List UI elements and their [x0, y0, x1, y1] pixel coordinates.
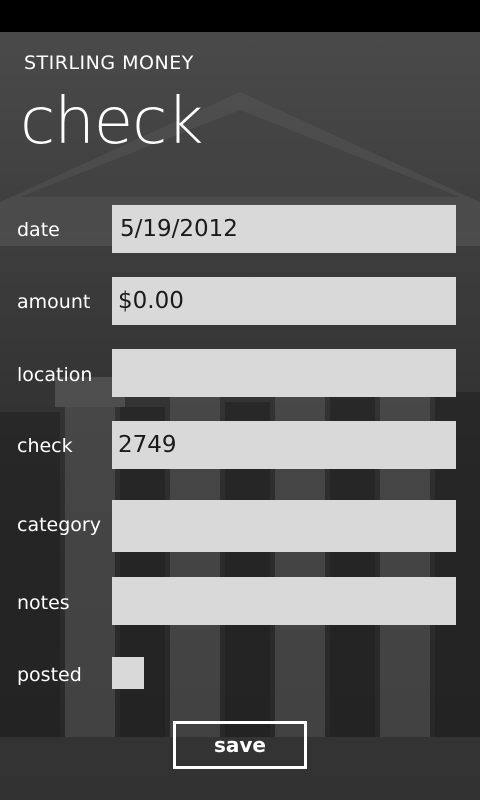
- category-label: category: [17, 514, 101, 536]
- amount-label: amount: [17, 291, 91, 313]
- posted-label: posted: [17, 664, 82, 686]
- date-label: date: [17, 219, 60, 241]
- posted-checkbox[interactable]: [112, 657, 144, 689]
- notes-field[interactable]: [112, 577, 456, 625]
- category-field[interactable]: [112, 500, 456, 552]
- location-field[interactable]: [112, 349, 456, 397]
- save-button[interactable]: save: [173, 721, 307, 769]
- status-bar: [0, 0, 480, 32]
- app-title: STIRLING MONEY: [24, 52, 194, 74]
- check-number-field[interactable]: 2749: [112, 421, 456, 469]
- location-label: location: [17, 364, 93, 386]
- check-number-label: check: [17, 435, 73, 457]
- amount-field[interactable]: $0.00: [112, 277, 456, 325]
- date-field[interactable]: 5/19/2012: [112, 205, 456, 253]
- page-title: check: [20, 85, 203, 159]
- notes-label: notes: [17, 592, 70, 614]
